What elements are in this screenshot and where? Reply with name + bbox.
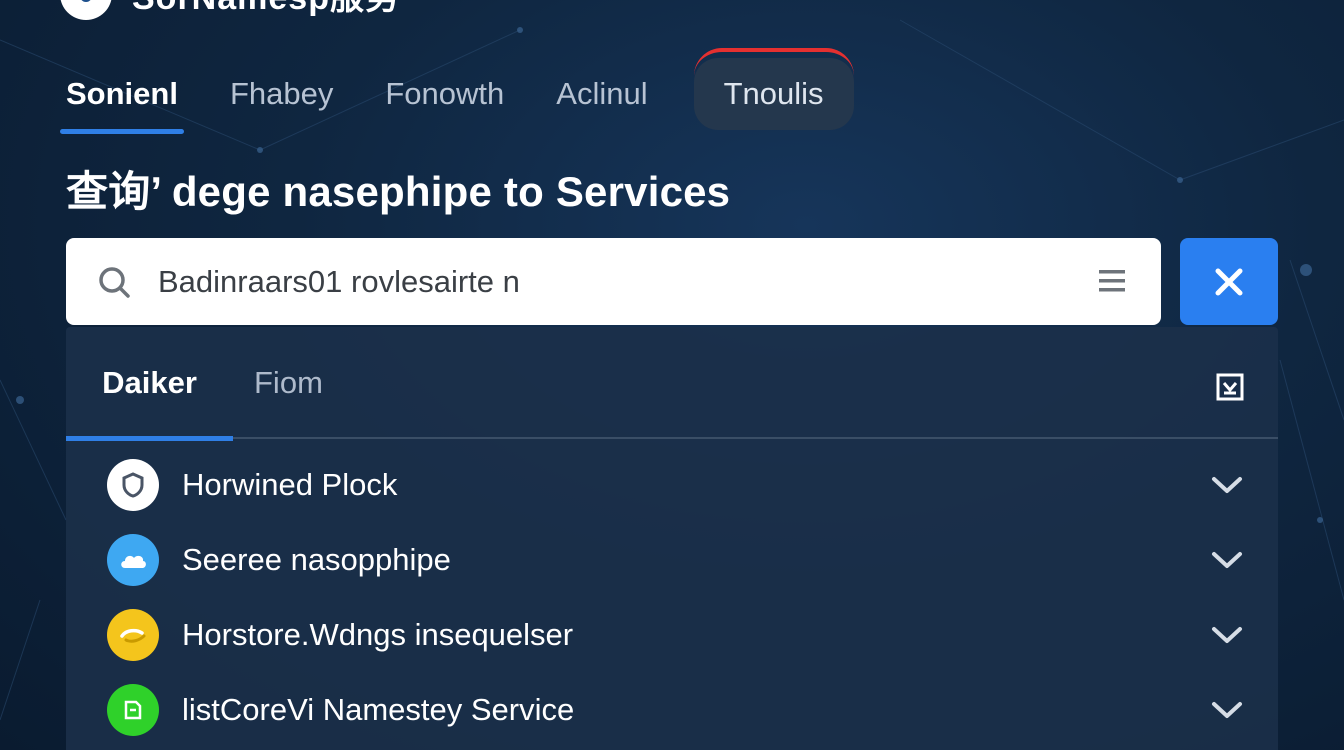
tab-tnoulis[interactable]: Tnoulis	[693, 48, 854, 130]
results-panel: Daiker Fiom Horwined Plock Seeree nasopp…	[66, 327, 1278, 750]
tab-aclinul[interactable]: Aclinul	[550, 58, 653, 130]
chevron-down-icon[interactable]	[1210, 474, 1244, 496]
expand-icon[interactable]	[1216, 373, 1244, 401]
app-logo-icon	[60, 0, 112, 20]
panel-tab-daiker[interactable]: Daiker	[66, 327, 233, 441]
list-item-label: Seeree nasopphipe	[182, 541, 451, 577]
box-icon	[107, 683, 159, 736]
search-input[interactable]	[158, 238, 1058, 325]
page-heading: 查询’ dege nasephipe to Services	[66, 168, 731, 215]
chevron-down-icon[interactable]	[1210, 549, 1244, 571]
app-title: SorNamesp服务	[132, 0, 400, 19]
list-item[interactable]: Horwined Plock	[66, 447, 1278, 522]
chevron-down-icon[interactable]	[1210, 624, 1244, 646]
tab-fonowth[interactable]: Fonowth	[379, 58, 510, 130]
clear-search-button[interactable]	[1180, 238, 1278, 325]
list-item-label: Horwined Plock	[182, 466, 398, 502]
chevron-down-icon[interactable]	[1210, 699, 1244, 721]
list-item[interactable]: listCoreVi Namestey Service	[66, 672, 1278, 747]
list-item-label: listCoreVi Namestey Service	[182, 691, 575, 727]
search-box	[66, 238, 1161, 325]
menu-icon[interactable]	[1097, 266, 1127, 296]
shield-icon	[107, 458, 159, 511]
app-header: SorNamesp服务	[60, 0, 400, 20]
main-tabs: Sonienl Fhabey Fonowth Aclinul Tnoulis	[60, 48, 894, 136]
panel-tabs: Daiker Fiom	[66, 327, 1278, 441]
results-list: Horwined Plock Seeree nasopphipe Horstor…	[66, 447, 1278, 747]
list-item[interactable]: Horstore.Wdngs insequelser	[66, 597, 1278, 672]
close-icon	[1215, 268, 1243, 295]
link-icon	[107, 608, 159, 661]
tab-fhabey[interactable]: Fhabey	[224, 58, 339, 130]
search-icon	[99, 267, 130, 298]
tab-sonienl[interactable]: Sonienl	[60, 58, 184, 134]
list-item-label: Horstore.Wdngs insequelser	[182, 616, 574, 652]
cloud-icon	[107, 533, 159, 586]
list-item[interactable]: Seeree nasopphipe	[66, 522, 1278, 597]
panel-tab-fiom[interactable]: Fiom	[254, 327, 323, 439]
